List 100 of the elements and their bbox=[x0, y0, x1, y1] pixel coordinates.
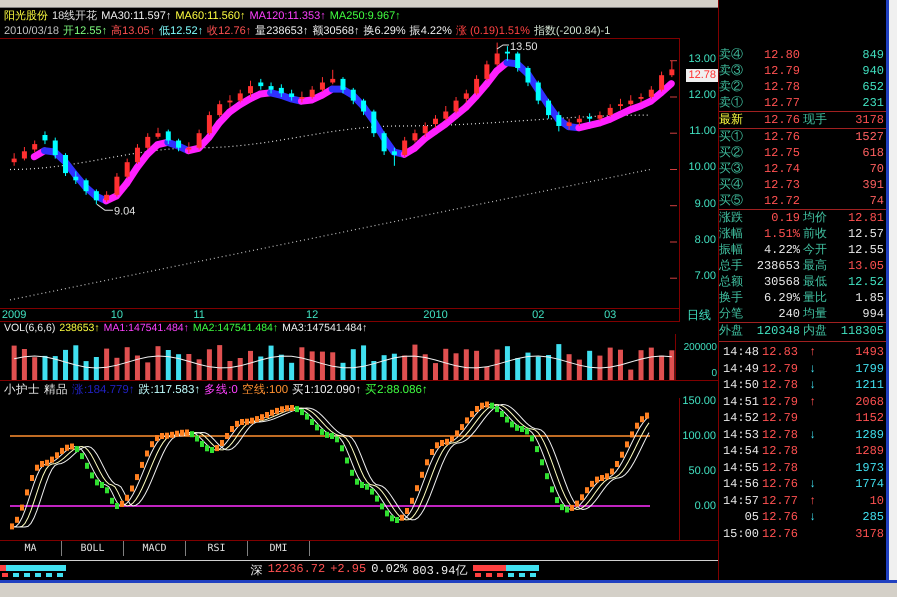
tick-time: 05 bbox=[744, 509, 759, 526]
bid-price: 12.75 bbox=[762, 145, 800, 161]
volume-value: 238653↑ bbox=[59, 322, 100, 334]
candlestick bbox=[422, 122, 428, 138]
candlestick bbox=[310, 86, 315, 100]
candlestick bbox=[248, 80, 254, 98]
axis-label: 0 bbox=[711, 368, 717, 380]
tick-price: 12.77 bbox=[762, 492, 800, 509]
indicator-value: 买1:102.090↑ bbox=[292, 383, 362, 397]
bid-volume: 74 bbox=[868, 193, 884, 209]
ma-value: MA250:9.967↑ bbox=[330, 8, 401, 22]
tick-arrow: ↓ bbox=[809, 377, 818, 394]
stat-value: 13.05 bbox=[846, 258, 884, 274]
index-change: +2.95 bbox=[330, 562, 366, 578]
stat-value: 12.57 bbox=[846, 226, 884, 242]
candlestick bbox=[546, 98, 552, 120]
axis-label: 10.00 bbox=[688, 161, 716, 174]
ask-price: 12.79 bbox=[762, 63, 800, 79]
tick-price: 12.76 bbox=[762, 509, 800, 526]
candlestick bbox=[536, 80, 541, 105]
axis-label: 8.00 bbox=[694, 234, 716, 247]
order-label: 买② bbox=[719, 145, 744, 161]
quote-value: 指数(-200.84)-1 bbox=[534, 24, 610, 38]
candlestick bbox=[340, 76, 346, 94]
candlestick bbox=[371, 109, 376, 138]
axis-label: 0.00 bbox=[694, 500, 716, 512]
price-label: 13.50 bbox=[510, 41, 538, 53]
candlestick bbox=[443, 106, 448, 121]
candlestick bbox=[289, 89, 294, 102]
candlestick bbox=[278, 84, 284, 98]
tick-volume: 3178 bbox=[854, 526, 885, 542]
tick-time: 14:50 bbox=[722, 377, 759, 394]
tick-volume: 2068 bbox=[854, 394, 885, 410]
index-percent: 0.02% bbox=[371, 562, 408, 578]
tick-price: 12.83 bbox=[762, 344, 800, 360]
candlestick bbox=[32, 140, 38, 153]
candlestick bbox=[669, 60, 674, 78]
quote-value: 量238653↑ bbox=[255, 24, 308, 38]
candlestick bbox=[515, 51, 520, 72]
index-value: 12236.72 bbox=[268, 562, 326, 578]
candlestick bbox=[402, 136, 408, 158]
date-label: 2009 bbox=[2, 309, 26, 321]
ask-volume: 940 bbox=[861, 63, 884, 79]
candlestick bbox=[217, 100, 222, 118]
period-label: 日线 bbox=[686, 308, 712, 322]
candlestick bbox=[320, 76, 325, 92]
candlestick bbox=[73, 170, 78, 184]
axis-label: 150.00 bbox=[682, 395, 716, 407]
tick-time: 14:54 bbox=[722, 443, 759, 460]
breadth-bar-drawing bbox=[0, 564, 66, 576]
bid-price: 12.74 bbox=[762, 161, 800, 177]
stock-name: 阳光股份 bbox=[4, 8, 48, 22]
tick-time: 14:49 bbox=[722, 360, 759, 377]
candlestick bbox=[382, 130, 387, 156]
tick-volume: 1289 bbox=[854, 426, 885, 443]
tick-time: 14:52 bbox=[722, 410, 759, 426]
candlestick bbox=[186, 142, 192, 154]
stat-label: 量比 bbox=[803, 290, 828, 306]
candlestick bbox=[392, 147, 397, 166]
indicator-value: 买2:88.086↑ bbox=[365, 383, 428, 397]
stat-value: 0.19 bbox=[770, 210, 800, 226]
quote-value: 额30568↑ bbox=[312, 24, 360, 38]
tick-arrow: ↓ bbox=[809, 476, 818, 492]
breadth-bar-drawing bbox=[473, 564, 540, 576]
stat-value: 238653 bbox=[756, 258, 800, 274]
date-label: 10 bbox=[110, 309, 124, 321]
indicator-value: 多线:0 bbox=[204, 382, 238, 397]
tick-arrow: ↓ bbox=[809, 360, 818, 377]
date-label: 2010 bbox=[423, 309, 448, 321]
order-label: 卖③ bbox=[719, 63, 744, 79]
bid-volume: 1527 bbox=[854, 129, 884, 145]
stat-label: 振幅 bbox=[719, 242, 744, 258]
candlestick bbox=[484, 60, 490, 82]
candlestick bbox=[432, 114, 438, 128]
candlestick bbox=[474, 74, 480, 96]
bid-price: 12.73 bbox=[762, 177, 800, 193]
stat-value: 12.55 bbox=[846, 242, 884, 258]
tick-price: 12.76 bbox=[762, 526, 800, 542]
tick-price: 12.76 bbox=[762, 476, 800, 492]
order-label: 卖② bbox=[719, 79, 744, 95]
tick-time: 14:53 bbox=[722, 426, 759, 443]
stat-value: 1.85 bbox=[854, 290, 884, 306]
candlestick bbox=[412, 129, 418, 143]
tick-time: 14:56 bbox=[722, 476, 759, 492]
stat-label: 今开 bbox=[803, 242, 828, 258]
tick-volume: 285 bbox=[861, 509, 885, 526]
ma-value: MA60:11.560↑ bbox=[175, 8, 246, 22]
volume-value: MA2:147541.484↑ bbox=[192, 322, 278, 334]
stat-value: 4.22% bbox=[762, 242, 800, 258]
order-label: 现手 bbox=[803, 112, 828, 128]
candlestick bbox=[196, 129, 202, 150]
stat-label: 外盘 bbox=[719, 323, 744, 339]
tick-price: 12.79 bbox=[762, 410, 800, 426]
candlestick bbox=[268, 82, 274, 94]
stat-value: 994 bbox=[861, 306, 884, 322]
order-label: 卖① bbox=[719, 95, 744, 111]
last-price: 12.76 bbox=[762, 112, 800, 128]
stat-label: 分笔 bbox=[719, 306, 744, 322]
quote-value: 换6.29% bbox=[364, 24, 406, 38]
indicator-value: 涨:184.779↑ bbox=[72, 382, 135, 397]
